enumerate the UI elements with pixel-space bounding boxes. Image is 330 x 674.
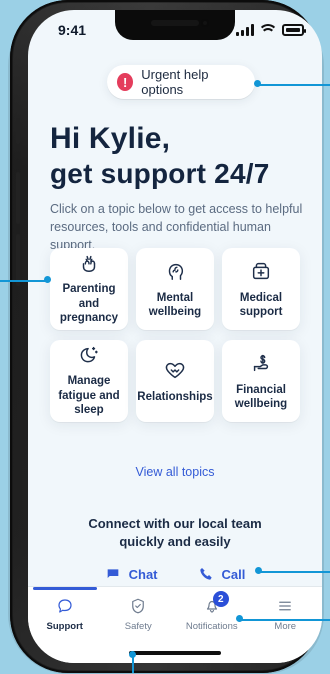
topic-label: Financial wellbeing [234,383,288,410]
battery-icon [282,24,306,36]
call-label: Call [221,566,246,582]
status-time: 9:41 [58,22,87,38]
tab-label: Notifications [185,621,238,632]
status-bar: 9:41 [28,10,322,44]
signal-icon [236,24,254,36]
bottom-tab-bar: Support Safety 2 Notifications More [28,587,322,663]
head-brain-icon [163,259,187,283]
connect-heading: Connect with our local team quickly and … [28,515,322,550]
topic-card-medical-support[interactable]: Medical support [222,248,300,330]
callout-dot-safety [129,651,136,658]
tab-safety[interactable]: Safety [103,597,173,632]
phone-volume-up-button [16,172,20,224]
topic-label: Medical support [239,291,283,318]
chat-icon [107,569,118,578]
connect-line-2: quickly and easily [119,533,231,549]
callout-line-notifications [238,619,330,621]
topic-label: Manage fatigue and sleep [58,375,120,417]
tab-label: Safety [124,621,152,632]
phone-volume-down-button [16,234,20,286]
topic-card-relationships[interactable]: Relationships [136,340,214,422]
wifi-icon [260,24,276,36]
shield-check-icon [125,597,151,615]
battery-fill [286,28,300,32]
callout-dot-parenting [44,276,51,283]
view-all-topics-link[interactable]: View all topics [28,465,322,479]
topic-card-fatigue-sleep[interactable]: Manage fatigue and sleep [50,340,128,422]
stage: 9:41 ! Urgent help options Hi Kylie, get… [0,0,330,674]
home-indicator [129,651,221,655]
chat-button[interactable]: Chat [105,566,158,582]
chat-label: Chat [128,566,158,582]
moon-sparkle-icon [77,344,101,366]
callout-line-urgent [259,84,330,86]
money-hand-icon [249,351,273,375]
tab-label: More [274,621,297,632]
medical-bag-icon [249,259,273,283]
callout-line-call [258,571,330,573]
exclamation-circle-icon: ! [117,73,134,91]
topic-card-mental-wellbeing[interactable]: Mental wellbeing [136,248,214,330]
intro-description: Click on a topic below to get access to … [50,202,303,253]
topic-card-financial-wellbeing[interactable]: Financial wellbeing [222,340,300,422]
topic-grid: Parenting and pregnancy Mental wellbeing [50,248,300,422]
topic-label: Relationships [137,390,213,403]
baby-hands-icon [77,252,101,274]
topic-label: Mental wellbeing [148,291,202,318]
greeting-line-2: get support 24/7 [50,157,270,189]
tab-notifications[interactable]: 2 Notifications [177,591,247,632]
phone-side-button [16,118,20,144]
notification-badge: 2 [212,591,229,607]
status-icons [236,24,306,36]
connect-line-1: Connect with our local team [88,516,262,531]
bell-icon: 2 [199,591,229,615]
heart-handshake-icon [163,358,187,382]
callout-line-parenting [0,280,46,282]
greeting-line-1: Hi Kylie, [50,122,171,155]
topic-label: Parenting and pregnancy [59,283,119,325]
tab-support[interactable]: Support [30,597,100,632]
phone-screen: 9:41 ! Urgent help options Hi Kylie, get… [28,10,322,663]
callout-dot-urgent [254,80,261,87]
tab-more[interactable]: More [250,597,320,632]
callout-dot-notifications [236,615,243,622]
callout-dot-call [255,567,262,574]
call-button[interactable]: Call [198,566,246,582]
urgent-help-label: Urgent help options [141,67,209,97]
chat-bubble-icon [52,597,78,615]
topic-card-parenting[interactable]: Parenting and pregnancy [50,248,128,330]
urgent-help-button[interactable]: ! Urgent help options [107,65,255,99]
phone-icon [199,568,212,580]
greeting: Hi Kylie, get support 24/7 [50,122,304,190]
contact-actions: Chat Call [28,566,322,582]
tab-label: Support [46,621,83,632]
menu-icon [272,597,298,615]
